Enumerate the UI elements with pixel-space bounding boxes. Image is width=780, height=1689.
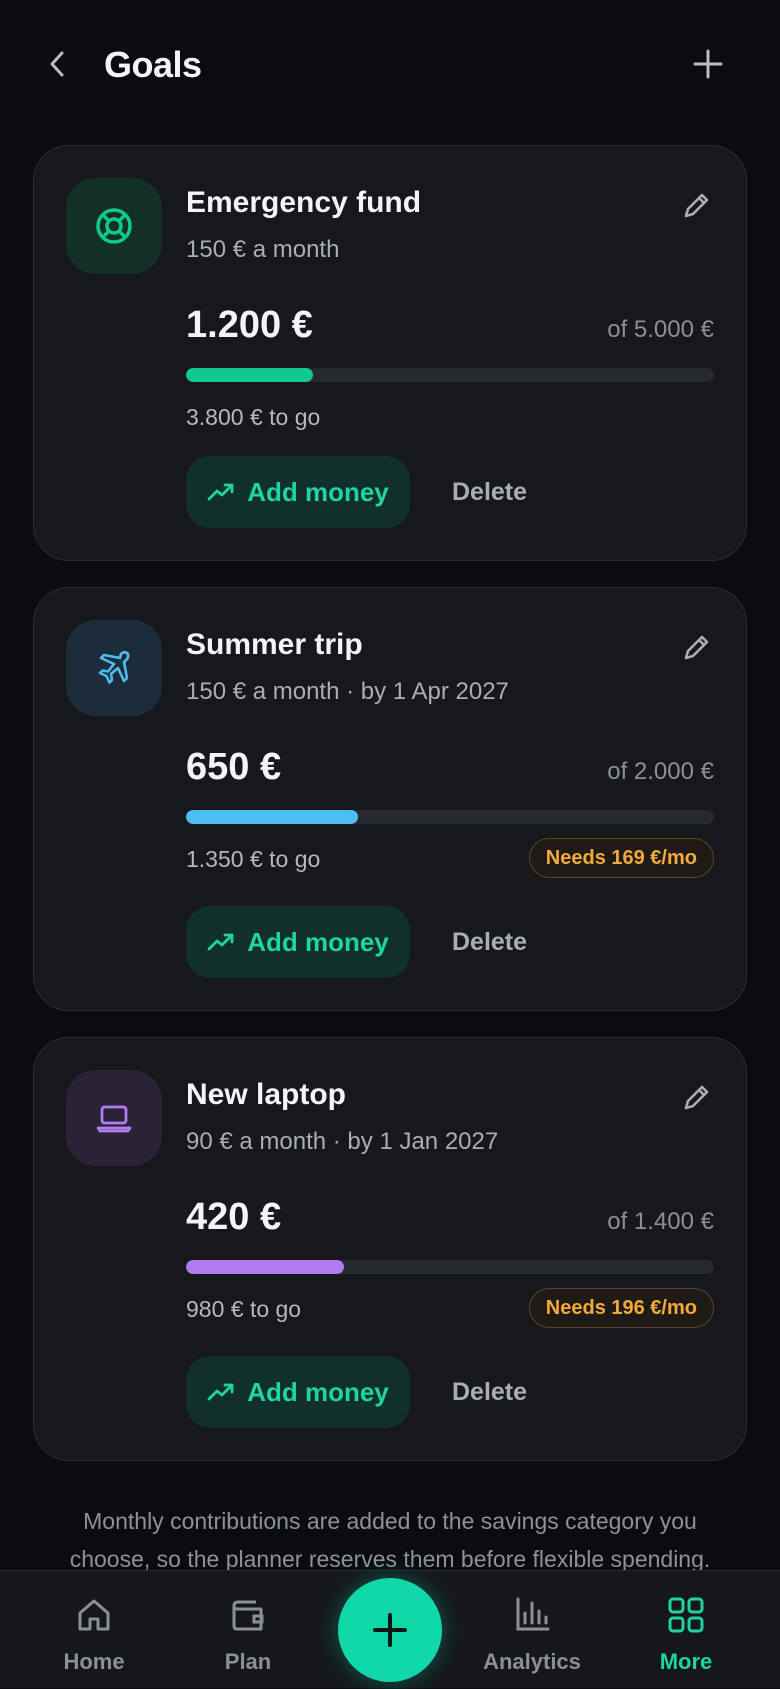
pencil-icon xyxy=(684,1085,709,1110)
saved-amount: 1.200 € xyxy=(186,304,313,346)
goal-card: New laptop 90 € a month · by 1 Jan 2027 … xyxy=(33,1037,747,1461)
pencil-icon xyxy=(684,635,709,660)
remaining-amount: 980 € to go xyxy=(186,1296,302,1322)
edit-goal-button[interactable] xyxy=(676,186,716,226)
delete-button[interactable]: Delete xyxy=(452,928,527,957)
delete-button[interactable]: Delete xyxy=(452,1378,527,1407)
add-money-button[interactable]: Add money xyxy=(186,1356,410,1428)
chevron-left-icon xyxy=(50,51,64,77)
page-title: Goals xyxy=(104,44,202,85)
goal-icon-badge xyxy=(66,178,162,274)
airplane-icon xyxy=(98,651,130,684)
grid-icon xyxy=(668,1597,704,1633)
progress-bar xyxy=(186,1260,714,1274)
delete-button[interactable]: Delete xyxy=(452,478,527,507)
tab-label: Plan xyxy=(224,1649,272,1674)
plus-icon xyxy=(693,49,723,79)
contributions-note: Monthly contributions are added to the s… xyxy=(69,1508,711,1572)
goal-subtitle: 150 € a month xyxy=(186,236,340,263)
needs-badge: Needs 196 €/mo xyxy=(528,1288,714,1328)
goal-icon-badge xyxy=(66,620,162,716)
progress-fill xyxy=(186,1260,345,1274)
goal-icon-badge xyxy=(66,1070,162,1166)
lifebuoy-icon xyxy=(96,208,132,244)
goal-card: Emergency fund 150 € a month 1.200 € of … xyxy=(33,145,747,561)
target-amount: of 2.000 € xyxy=(607,758,714,785)
needs-badge: Needs 169 €/mo xyxy=(528,838,714,878)
saved-amount: 420 € xyxy=(186,1196,282,1238)
goal-name: New laptop xyxy=(186,1078,347,1111)
tab-label: More xyxy=(659,1649,713,1674)
laptop-icon xyxy=(96,1105,132,1133)
goal-subtitle: 150 € a month · by 1 Apr 2027 xyxy=(186,678,509,705)
remaining-amount: 3.800 € to go xyxy=(186,404,321,430)
target-amount: of 1.400 € xyxy=(607,1208,714,1235)
tab-home[interactable]: Home xyxy=(34,1571,154,1689)
wallet-icon xyxy=(232,1600,264,1631)
progress-fill xyxy=(186,368,313,382)
add-money-label: Add money xyxy=(247,476,389,507)
bar-chart-icon xyxy=(516,1597,550,1631)
goal-card: Summer trip 150 € a month · by 1 Apr 202… xyxy=(33,587,747,1011)
goal-subtitle: 90 € a month · by 1 Jan 2027 xyxy=(186,1128,499,1155)
tab-label: Home xyxy=(63,1649,125,1674)
add-money-button[interactable]: Add money xyxy=(186,906,410,978)
progress-bar xyxy=(186,368,714,382)
home-icon xyxy=(78,1599,110,1631)
tab-plan[interactable]: Plan xyxy=(188,1571,308,1689)
trending-up-icon xyxy=(207,483,234,501)
saved-amount: 650 € xyxy=(186,746,282,788)
tab-label: Analytics xyxy=(483,1649,581,1674)
add-money-button[interactable]: Add money xyxy=(186,456,410,528)
goal-name: Emergency fund xyxy=(186,186,422,219)
progress-bar xyxy=(186,810,714,824)
goal-name: Summer trip xyxy=(186,628,363,661)
trending-up-icon xyxy=(207,1383,234,1401)
target-amount: of 5.000 € xyxy=(607,316,714,343)
back-button[interactable] xyxy=(38,44,78,84)
pencil-icon xyxy=(684,193,709,218)
remaining-amount: 1.350 € to go xyxy=(186,846,321,872)
edit-goal-button[interactable] xyxy=(676,628,716,668)
edit-goal-button[interactable] xyxy=(676,1078,716,1118)
add-goal-button[interactable] xyxy=(688,44,728,84)
add-transaction-button[interactable] xyxy=(338,1578,442,1682)
tab-more[interactable]: More xyxy=(626,1571,746,1689)
app-header: Goals xyxy=(0,0,780,130)
trending-up-icon xyxy=(207,933,234,951)
plus-icon xyxy=(373,1613,407,1647)
tab-analytics[interactable]: Analytics xyxy=(472,1571,592,1689)
add-money-label: Add money xyxy=(247,926,389,957)
progress-fill xyxy=(186,810,358,824)
add-money-label: Add money xyxy=(247,1376,389,1407)
